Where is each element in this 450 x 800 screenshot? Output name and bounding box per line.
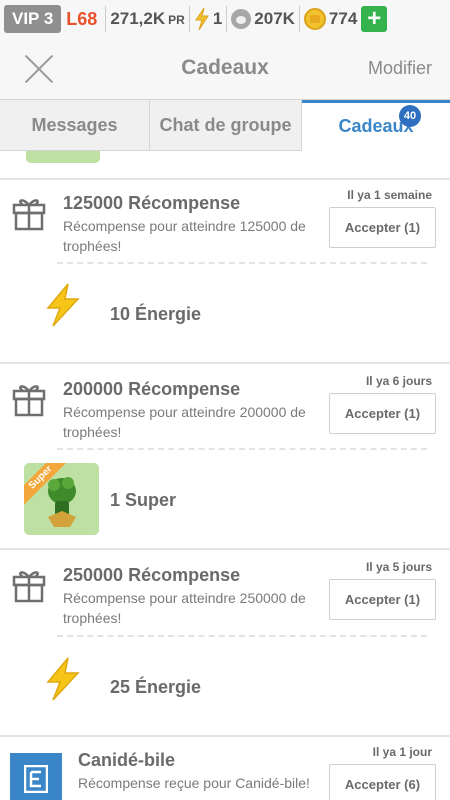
gift-count-badge: 40 [399,105,421,127]
power-rating: 271,2K PR [110,9,185,29]
gift-title: 250000 Récompense [63,565,241,585]
divider [105,6,107,32]
gift-time: Il ya 5 jours [365,560,432,574]
coin-icon [303,8,326,30]
energy-bolt-icon [194,8,209,30]
accept-button[interactable]: Accepter (1) [329,579,436,620]
super-card-icon: Super [24,463,99,535]
tab-gifts[interactable]: Cadeaux 40 [302,100,450,151]
reward-label: 1 Super [110,490,177,510]
gift-icon [12,571,46,603]
gift-description: Récompense pour atteindre 125000 de trop… [63,218,306,254]
app-icon [10,753,62,800]
paw-value: 207K [254,9,295,28]
gift-title: Canidé-bile [78,750,176,770]
dashed-separator [57,448,427,450]
level-label: L68 [66,8,98,29]
energy-value: 1 [212,9,223,28]
previous-item-thumbnail [26,151,100,163]
paw-icon [231,9,252,29]
divider [298,6,300,32]
energy-counter[interactable]: 1 [194,8,222,30]
dashed-separator [57,635,427,637]
tab-group-chat[interactable]: Chat de groupe [150,100,302,151]
energy-bolt-icon [46,657,80,701]
energy-bolt-icon [46,283,80,327]
gift-time: Il ya 1 jour [372,745,432,759]
divider [0,178,450,180]
accept-button[interactable]: Accepter (1) [329,207,436,248]
nav-bar: Cadeaux Modifier [0,38,450,100]
divider [0,548,450,550]
power-unit: PR [168,13,185,27]
gift-list[interactable]: 125000 Récompense Il ya 1 semaine Récomp… [0,151,450,800]
coin-value: 774 [328,9,358,28]
gift-title: 125000 Récompense [63,193,241,213]
add-currency-button[interactable]: + [361,6,388,32]
status-bar: VIP 3 L68 271,2K PR 1 207K 774 + [0,0,450,38]
tab-bar: Messages Chat de groupe Cadeaux 40 [0,100,450,151]
gift-description: Récompense pour atteindre 250000 de trop… [63,590,306,626]
dashed-separator [57,262,427,264]
gift-description: Récompense reçue pour Canidé-bile! [78,775,310,791]
gift-description: Récompense pour atteindre 200000 de trop… [63,404,306,440]
power-value: 271,2K [110,9,166,28]
reward-label: 25 Énergie [110,677,202,697]
gift-icon [12,199,46,231]
paw-counter[interactable]: 207K [231,9,295,29]
divider [0,735,450,737]
vip-badge[interactable]: VIP 3 [4,5,62,33]
gift-time: Il ya 6 jours [365,374,432,388]
tab-messages[interactable]: Messages [0,100,150,151]
reward-label: 10 Énergie [110,304,202,324]
document-icon [24,765,48,793]
gift-title: 200000 Récompense [63,379,241,399]
plant-creature-icon [48,477,76,527]
divider [188,6,190,32]
gift-time: Il ya 1 semaine [347,188,432,202]
accept-button[interactable]: Accepter (6) [329,764,436,800]
accept-button[interactable]: Accepter (1) [329,393,436,434]
modifier-button[interactable]: Modifier [368,58,432,79]
coin-counter[interactable]: 774 [303,8,358,30]
divider [226,6,228,32]
divider [0,362,450,364]
gift-icon [12,385,46,417]
